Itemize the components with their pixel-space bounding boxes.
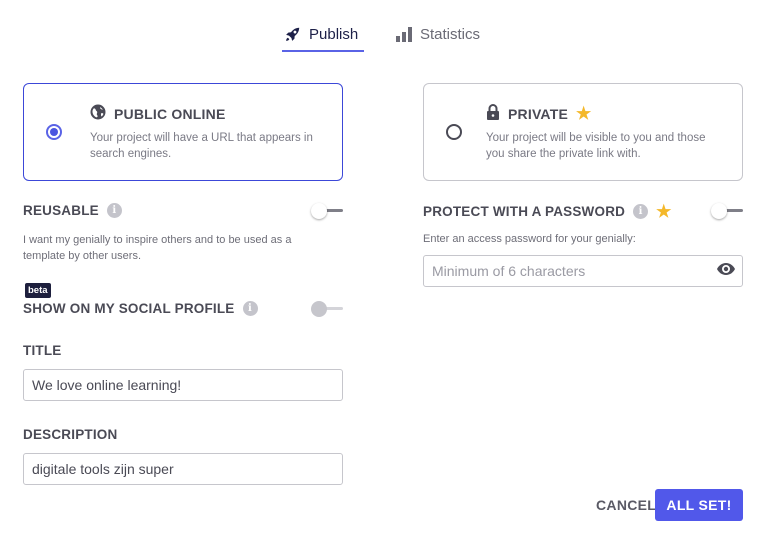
reusable-label: REUSABLE — [23, 203, 99, 218]
info-icon[interactable]: i — [106, 203, 122, 218]
eye-icon[interactable] — [717, 262, 735, 280]
cancel-button[interactable]: CANCEL — [590, 491, 662, 519]
public-online-option[interactable]: PUBLIC ONLINE Your project will have a U… — [23, 83, 343, 181]
private-radio[interactable] — [446, 124, 462, 140]
reusable-help-text: I want my genially to inspire others and… — [23, 234, 292, 262]
title-input[interactable] — [23, 369, 343, 401]
toggle-knob — [711, 203, 727, 219]
star-icon: ★ — [576, 104, 592, 123]
social-profile-label-row: SHOW ON MY SOCIAL PROFILE i — [23, 301, 258, 316]
tab-publish[interactable]: Publish — [282, 18, 364, 52]
public-online-radio[interactable] — [46, 124, 62, 140]
reusable-label-row: REUSABLE i — [23, 203, 122, 218]
active-tab-indicator — [282, 50, 364, 52]
description-label: DESCRIPTION — [23, 427, 117, 442]
lock-icon — [486, 104, 500, 123]
tab-publish-label: Publish — [309, 25, 359, 43]
info-icon[interactable]: i — [633, 204, 649, 219]
rocket-icon — [284, 26, 301, 43]
private-option[interactable]: PRIVATE ★ Your project will be visible t… — [423, 83, 743, 181]
toggle-knob — [311, 301, 327, 317]
bar-chart-icon — [396, 26, 412, 42]
title-label: TITLE — [23, 343, 62, 358]
social-profile-toggle[interactable] — [311, 301, 343, 317]
tab-statistics[interactable]: Statistics — [396, 18, 480, 50]
title-label-text: TITLE — [23, 343, 62, 358]
password-toggle[interactable] — [711, 203, 743, 219]
reusable-toggle[interactable] — [311, 203, 343, 219]
password-label-row: PROTECT WITH A PASSWORD i ★ — [423, 203, 672, 220]
globe-icon — [90, 104, 106, 123]
description-label-text: DESCRIPTION — [23, 427, 118, 442]
toggle-knob — [311, 203, 327, 219]
public-online-header: PUBLIC ONLINE — [90, 104, 226, 123]
info-icon[interactable]: i — [242, 301, 258, 316]
public-online-description: Your project will have a URL that appear… — [90, 132, 313, 160]
password-input[interactable] — [423, 255, 743, 287]
star-icon: ★ — [656, 202, 672, 221]
public-online-title: PUBLIC ONLINE — [114, 105, 226, 122]
description-input[interactable] — [23, 453, 343, 485]
password-label: PROTECT WITH A PASSWORD — [423, 204, 626, 219]
private-header: PRIVATE ★ — [486, 104, 591, 123]
beta-badge: beta — [25, 283, 51, 298]
password-help-text: Enter an access password for your genial… — [423, 233, 636, 245]
private-description: Your project will be visible to you and … — [486, 132, 706, 160]
all-set-button[interactable]: ALL SET! — [655, 489, 743, 521]
tab-statistics-label: Statistics — [420, 25, 481, 43]
private-title: PRIVATE — [508, 105, 568, 122]
social-profile-label: SHOW ON MY SOCIAL PROFILE — [23, 301, 235, 316]
